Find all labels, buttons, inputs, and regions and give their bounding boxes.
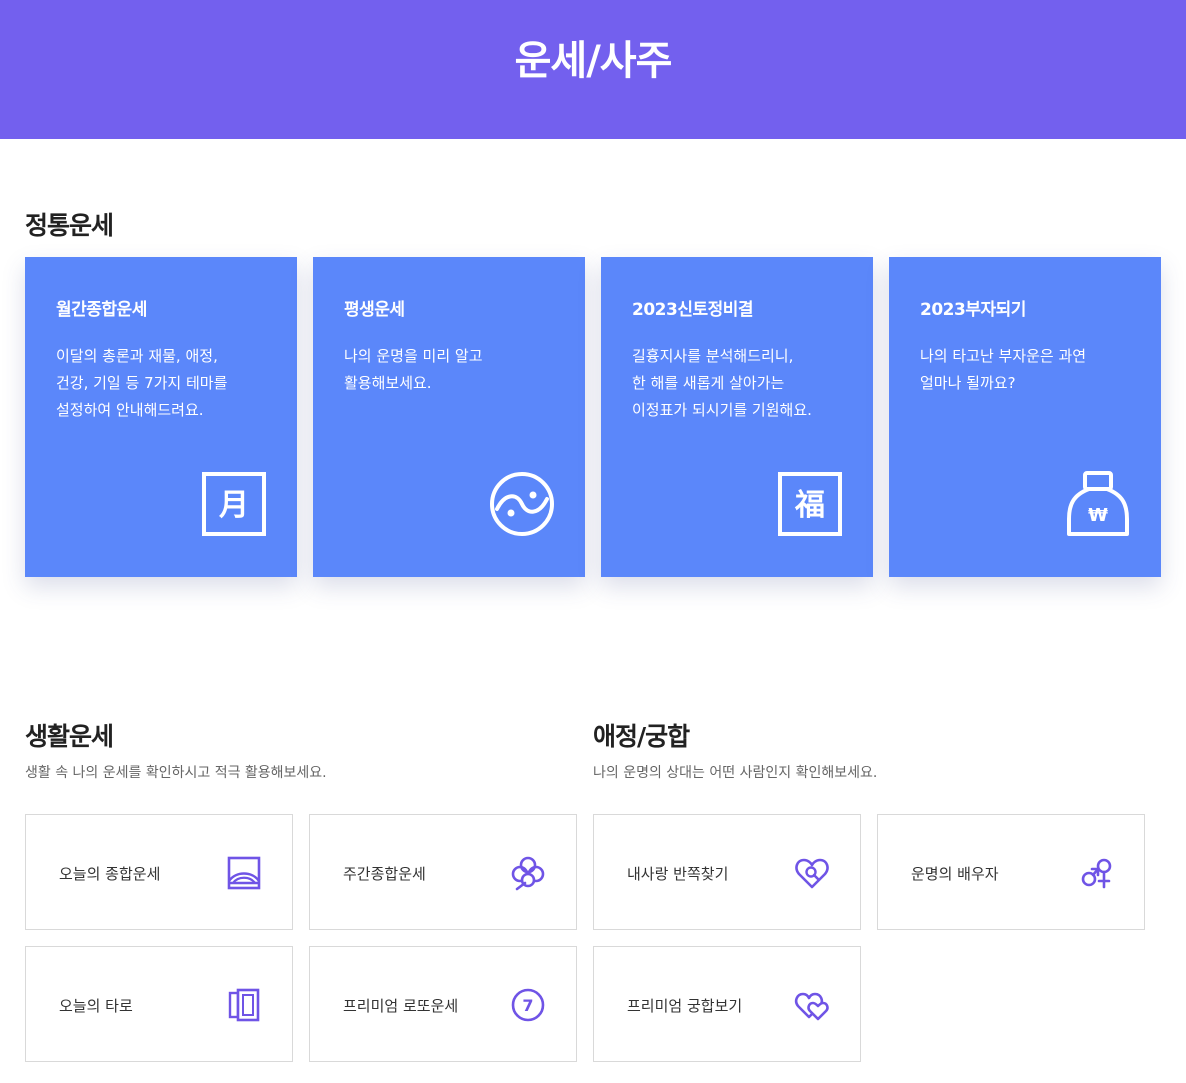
heart-search-icon: [794, 855, 830, 891]
tile-destined-spouse[interactable]: 운명의 배우자: [877, 814, 1145, 930]
money-bag-icon: ₩: [1065, 471, 1131, 537]
card-desc-line: 나의 타고난 부자운은 과연: [920, 347, 1087, 365]
tile-label: 운명의 배우자: [911, 865, 999, 883]
card-title: 평생운세: [344, 300, 405, 320]
card-description: 나의 운명을 미리 알고 활용해보세요.: [344, 343, 574, 397]
tile-label: 프리미엄 로또운세: [343, 997, 459, 1015]
card-monthly-fortune[interactable]: 월간종합운세 이달의 총론과 재물, 애정, 건강, 기일 등 7가지 테마를 …: [25, 257, 297, 577]
card-title: 2023신토정비결: [632, 300, 754, 320]
lucky-seven-icon: 7: [510, 987, 546, 1023]
tile-find-soulmate[interactable]: 내사랑 반쪽찾기: [593, 814, 861, 930]
fortune-bok-icon: 福: [777, 471, 843, 537]
tile-label: 내사랑 반쪽찾기: [627, 865, 729, 883]
love-section-title: 애정/궁합: [593, 722, 690, 751]
tile-label: 오늘의 타로: [59, 997, 133, 1015]
card-desc-line: 얼마나 될까요?: [920, 374, 1016, 392]
tile-label: 주간종합운세: [343, 865, 426, 883]
svg-text:月: 月: [219, 488, 249, 523]
yin-yang-icon: [489, 471, 555, 537]
traditional-section-title: 정통운세: [25, 211, 114, 240]
moon-month-icon: 月: [201, 471, 267, 537]
double-heart-icon: [794, 987, 830, 1023]
tile-label: 프리미엄 궁합보기: [627, 997, 743, 1015]
page-header: 운세/사주: [0, 0, 1186, 139]
clover-icon: [510, 855, 546, 891]
gender-symbols-icon: [1078, 855, 1114, 891]
card-title: 월간종합운세: [56, 300, 147, 320]
card-desc-line: 길흉지사를 분석해드리니,: [632, 347, 794, 365]
card-description: 이달의 총론과 재물, 애정, 건강, 기일 등 7가지 테마를 설정하여 안내…: [56, 343, 286, 424]
card-desc-line: 나의 운명을 미리 알고: [344, 347, 483, 365]
daily-section-description: 생활 속 나의 운세를 확인하시고 적극 활용해보세요.: [25, 765, 327, 781]
love-section-description: 나의 운명의 상대는 어떤 사람인지 확인해보세요.: [593, 765, 878, 781]
tile-today-fortune[interactable]: 오늘의 종합운세: [25, 814, 293, 930]
card-lifetime-fortune[interactable]: 평생운세 나의 운명을 미리 알고 활용해보세요.: [313, 257, 585, 577]
card-desc-line: 건강, 기일 등 7가지 테마를: [56, 374, 228, 392]
card-tojeong-fortune[interactable]: 2023신토정비결 길흉지사를 분석해드리니, 한 해를 새롭게 살아가는 이정…: [601, 257, 873, 577]
tile-weekly-fortune[interactable]: 주간종합운세: [309, 814, 577, 930]
tile-today-tarot[interactable]: 오늘의 타로: [25, 946, 293, 1062]
card-description: 길흉지사를 분석해드리니, 한 해를 새롭게 살아가는 이정표가 되시기를 기원…: [632, 343, 862, 424]
card-desc-line: 설정하여 안내해드려요.: [56, 401, 204, 419]
sunrise-frame-icon: [226, 855, 262, 891]
card-desc-line: 이달의 총론과 재물, 애정,: [56, 347, 218, 365]
svg-text:7: 7: [522, 996, 533, 1015]
tile-premium-compatibility[interactable]: 프리미엄 궁합보기: [593, 946, 861, 1062]
svg-text:福: 福: [794, 488, 825, 523]
svg-text:₩: ₩: [1088, 505, 1108, 526]
card-become-rich[interactable]: 2023부자되기 나의 타고난 부자운은 과연 얼마나 될까요? ₩: [889, 257, 1161, 577]
card-desc-line: 이정표가 되시기를 기원해요.: [632, 401, 812, 419]
page-title: 운세/사주: [514, 37, 673, 84]
tarot-cards-icon: [226, 987, 262, 1023]
card-description: 나의 타고난 부자운은 과연 얼마나 될까요?: [920, 343, 1150, 397]
card-desc-line: 한 해를 새롭게 살아가는: [632, 374, 785, 392]
card-title: 2023부자되기: [920, 300, 1026, 320]
daily-section-title: 생활운세: [25, 722, 114, 751]
tile-label: 오늘의 종합운세: [59, 865, 161, 883]
tile-premium-lotto[interactable]: 프리미엄 로또운세 7: [309, 946, 577, 1062]
card-desc-line: 활용해보세요.: [344, 374, 432, 392]
